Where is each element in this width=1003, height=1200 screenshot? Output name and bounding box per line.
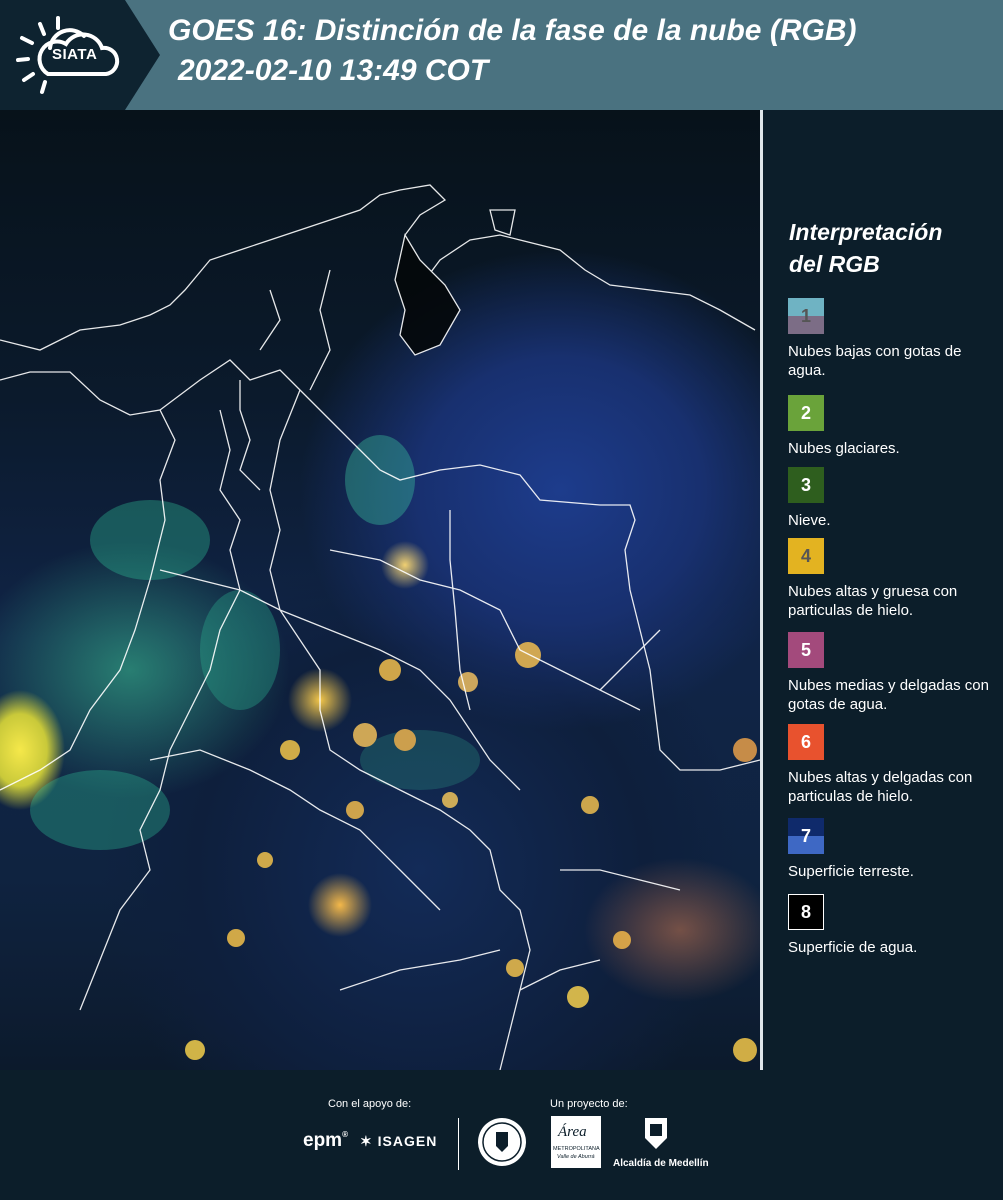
legend-swatch-2: 2 [788,395,824,431]
epm-logo[interactable]: epm® [303,1130,348,1152]
legend-label: Superficie de agua. [788,939,918,956]
area-metropolitana-logo[interactable]: Área METROPOLITANA Valle de Aburrá [551,1116,601,1168]
legend-item-8: 8 Superficie de agua. [788,894,1000,957]
legend-number: 2 [800,402,811,423]
logo-text: SIATA [52,46,98,63]
support-caption: Con el apoyo de: [328,1098,412,1110]
legend-swatch-7: 7 [788,818,824,854]
isagen-logo-text: ISAGEN [377,1133,438,1149]
legend-number: 8 [800,901,811,922]
legend-number: 1 [800,305,811,326]
alcaldia-logo-text[interactable]: Alcaldía de Medellín [613,1158,709,1169]
legend-swatch-5: 5 [788,632,824,668]
legend-title-line-2: del RGB [789,251,880,277]
legend-item-6: 6 Nubes altas y delgadas con particulas … [788,724,1000,806]
coat-of-arms-icon [645,1118,667,1149]
legend-label: Nubes bajas con gotas de agua. [788,343,962,379]
epm-logo-text: epm [303,1130,343,1151]
legend-number: 7 [800,825,811,846]
legend-item-7: 7 Superficie terreste. [788,818,1000,881]
satellite-map[interactable] [0,110,760,1070]
isagen-logo[interactable]: ✶ ISAGEN [360,1133,437,1150]
area-logo-text: Área [558,1124,587,1140]
footer: Con el apoyo de: Un proyecto de: epm® ✶ … [0,1070,1003,1200]
legend-item-2: 2 Nubes glaciares. [788,395,1000,458]
legend-label: Nubes glaciares. [788,440,900,457]
header-bar: SIATA GOES 16: Distinción de la fase de … [0,0,1003,110]
timestamp: 2022-02-10 13:49 COT [178,54,489,87]
seal-icon[interactable] [476,1116,528,1168]
legend-item-1: 1 Nubes bajas con gotas de agua. [788,298,1000,380]
project-caption: Un proyecto de: [550,1098,628,1110]
map-borders [0,184,760,1070]
legend-swatch-1: 1 [788,298,824,334]
area-logo-tagline: Valle de Aburrá [557,1154,595,1160]
legend-number: 4 [800,545,811,566]
legend-title-line-1: Interpretación [789,219,943,245]
legend-title: Interpretación del RGB [789,216,999,280]
footer-divider [458,1118,459,1170]
legend-item-3: 3 Nieve. [788,467,1000,530]
cloud-cover [30,435,757,1062]
legend-swatch-4: 4 [788,538,824,574]
page-title: GOES 16: Distinción de la fase de la nub… [168,14,857,47]
legend-item-5: 5 Nubes medias y delgadas con gotas de a… [788,632,1000,714]
legend-number: 6 [800,731,811,752]
legend-label: Nieve. [788,512,831,529]
legend-swatch-6: 6 [788,724,824,760]
legend-label: Nubes altas y gruesa con particulas de h… [788,583,958,619]
legend-item-4: 4 Nubes altas y gruesa con particulas de… [788,538,1000,620]
legend-label: Superficie terreste. [788,863,914,880]
legend-number: 3 [800,474,811,495]
siata-logo[interactable]: SIATA [0,0,160,110]
area-logo-subtitle: METROPOLITANA [553,1146,600,1152]
legend-swatch-8: 8 [788,894,824,930]
isagen-mark-icon: ✶ [360,1133,373,1149]
legend-number: 5 [800,639,811,660]
legend-label: Nubes altas y delgadas con particulas de… [788,769,973,805]
legend-label: Nubes medias y delgadas con gotas de agu… [788,677,989,713]
legend-panel: Interpretación del RGB 1 Nubes bajas con… [763,110,1003,1070]
legend-swatch-3: 3 [788,467,824,503]
